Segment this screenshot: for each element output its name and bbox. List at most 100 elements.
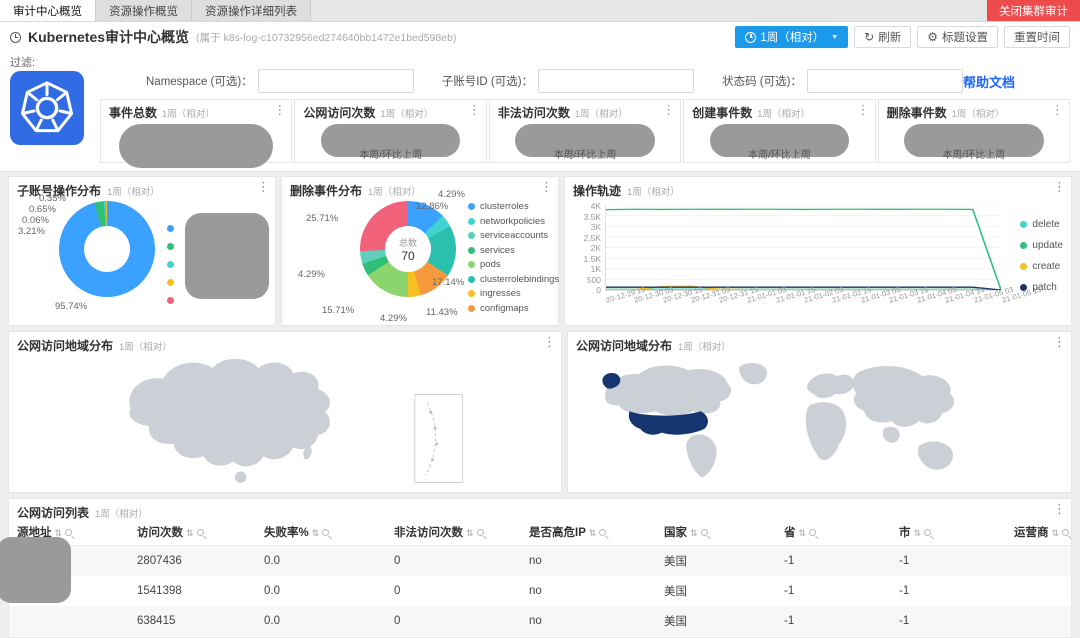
status-code-label: 状态码 (可选)： [722, 76, 802, 88]
table-cell: 美国 [664, 556, 687, 568]
search-icon[interactable] [1062, 529, 1070, 537]
kebab-menu-icon[interactable]: ⋮ [257, 179, 270, 195]
column-header[interactable]: 是否高危IP ⇅ [521, 519, 656, 546]
search-icon[interactable] [809, 529, 817, 537]
subaccount-donut-chart[interactable] [59, 201, 155, 297]
sort-icon[interactable]: ⇅ [589, 528, 597, 538]
legend-item[interactable]: networkpolicies [468, 216, 559, 227]
kebab-menu-icon[interactable]: ⋮ [543, 334, 556, 350]
y-tick-label: 1.5K [583, 253, 602, 264]
stat-card-title: 创建事件数 [692, 106, 753, 120]
table-cell: -1 [784, 585, 795, 597]
panel-period: 1周（相对） [678, 342, 731, 353]
legend-label: patch [1032, 282, 1057, 293]
stat-card-footer: 本周/环比上周 [359, 150, 422, 161]
china-map [17, 354, 553, 486]
panel-title: 公网访问地域分布 [576, 339, 673, 353]
percent-label: 4.29% [438, 189, 465, 200]
kebab-menu-icon[interactable]: ⋮ [273, 102, 286, 118]
search-icon[interactable] [196, 529, 204, 537]
refresh-icon: ↻ [864, 30, 875, 44]
percent-label: 11.43% [426, 307, 458, 318]
sort-icon[interactable]: ⇅ [466, 528, 474, 538]
sort-icon[interactable]: ⇅ [186, 528, 194, 538]
search-icon[interactable] [924, 529, 932, 537]
legend-item[interactable]: services [468, 245, 559, 256]
panel-operation-track: 操作轨迹 1周（相对） ⋮ 4K 3.5K 3K 2.5K 2K 1.5K 1K 500 0 2… [564, 176, 1072, 326]
redacted-value [119, 124, 273, 168]
legend-item[interactable]: delete [1020, 219, 1063, 230]
column-header[interactable]: 省 ⇅ [776, 519, 891, 546]
column-header[interactable]: 市 ⇅ [891, 519, 1006, 546]
legend-item[interactable]: update [1020, 240, 1063, 251]
sort-icon[interactable]: ⇅ [799, 528, 807, 538]
table-row[interactable]: 1541398 0.0 0 no 美国 -1 -1 [9, 576, 1071, 606]
sort-icon[interactable]: ⇅ [312, 528, 320, 538]
stat-card-period: 1周（相对） [162, 109, 215, 120]
percent-label: 0.65% [29, 204, 56, 215]
kebab-menu-icon[interactable]: ⋮ [1051, 102, 1064, 118]
search-icon[interactable] [322, 529, 330, 537]
legend-item[interactable]: serviceaccounts [468, 230, 559, 241]
title-settings-button[interactable]: ⚙ 标题设置 [917, 26, 998, 48]
y-tick-label: 1K [590, 264, 601, 274]
search-icon[interactable] [599, 529, 607, 537]
status-code-input[interactable] [806, 69, 963, 93]
kebab-menu-icon[interactable]: ⋮ [1053, 179, 1066, 195]
track-y-labels: 4K 3.5K 3K 2.5K 2K 1.5K 1K 500 0 [571, 201, 602, 295]
namespace-input[interactable] [257, 69, 414, 93]
tab-2[interactable]: 资源操作详细列表 [192, 0, 311, 21]
refresh-button[interactable]: ↻ 刷新 [854, 26, 912, 48]
legend-dot [167, 261, 174, 268]
sort-icon[interactable]: ⇅ [690, 528, 698, 538]
legend-item[interactable]: configmaps [468, 303, 559, 314]
kebab-menu-icon[interactable]: ⋮ [468, 102, 481, 118]
table-cell: -1 [784, 555, 795, 567]
legend-label: serviceaccounts [480, 230, 549, 241]
table-cell: -1 [899, 585, 910, 597]
legend-label: services [480, 244, 515, 256]
kebab-menu-icon[interactable]: ⋮ [540, 179, 553, 195]
search-icon[interactable] [476, 529, 484, 537]
percent-label: 0.06% [22, 215, 49, 226]
sort-icon[interactable]: ⇅ [914, 528, 922, 538]
dashboard-header: Kubernetes审计中心概览 (属于 k8s-log-c10732956ed… [0, 22, 1080, 52]
legend-dot [468, 290, 475, 297]
column-header[interactable]: 非法访问次数 ⇅ [386, 519, 521, 546]
legend-item[interactable]: patch [1020, 282, 1063, 293]
kebab-menu-icon[interactable]: ⋮ [1053, 334, 1066, 350]
legend-item[interactable]: pods [468, 259, 559, 270]
kebab-menu-icon[interactable]: ⋮ [662, 102, 675, 118]
kebab-menu-icon[interactable]: ⋮ [857, 102, 870, 118]
tab-0[interactable]: 审计中心概览 [0, 0, 96, 21]
y-tick-label: 500 [586, 274, 601, 285]
close-cluster-audit-button[interactable]: 关闭集群审计 [987, 0, 1080, 21]
panel-head: 删除事件分布 1周（相对） [282, 177, 558, 202]
legend-item[interactable]: clusterrolebindings [468, 274, 559, 285]
kebab-menu-icon[interactable]: ⋮ [1053, 501, 1066, 517]
column-header[interactable]: 失败率% ⇅ [256, 519, 386, 546]
table-row[interactable]: 2807436 0.0 0 no 美国 -1 -1 [9, 545, 1071, 576]
column-header[interactable]: 访问次数 ⇅ [129, 519, 256, 546]
gear-icon: ⚙ [927, 30, 938, 44]
legend-item[interactable]: create [1020, 261, 1063, 272]
column-header[interactable]: 国家 ⇅ [656, 519, 776, 546]
search-icon[interactable] [700, 529, 708, 537]
stat-card-period: 1周（相对） [380, 109, 434, 120]
help-doc-link[interactable]: 帮助文档 [963, 72, 1015, 91]
page-title: Kubernetes审计中心概览 [28, 29, 190, 45]
legend-item[interactable]: ingresses [468, 288, 559, 299]
column-header[interactable]: 运营商 ⇅ [1006, 519, 1071, 546]
tab-1[interactable]: 资源操作概览 [96, 0, 192, 21]
table-row[interactable]: 638415 0.0 0 no 美国 -1 -1 [9, 606, 1071, 636]
search-icon[interactable] [65, 529, 73, 537]
stat-card-period: 1周（相对） [757, 109, 811, 120]
subaccount-id-input[interactable] [538, 69, 695, 93]
legend-label: configmaps [480, 302, 529, 314]
legend-dot [468, 232, 475, 239]
reset-time-button[interactable]: 重置时间 [1004, 26, 1070, 48]
filter-row: Namespace (可选)： 子账号ID (可选)： 状态码 (可选)： 帮助… [100, 68, 1070, 94]
sort-icon[interactable]: ⇅ [1052, 528, 1060, 538]
time-range-button[interactable]: 1周（相对） ▼ [735, 26, 849, 48]
legend-item[interactable]: clusterroles [468, 201, 559, 212]
